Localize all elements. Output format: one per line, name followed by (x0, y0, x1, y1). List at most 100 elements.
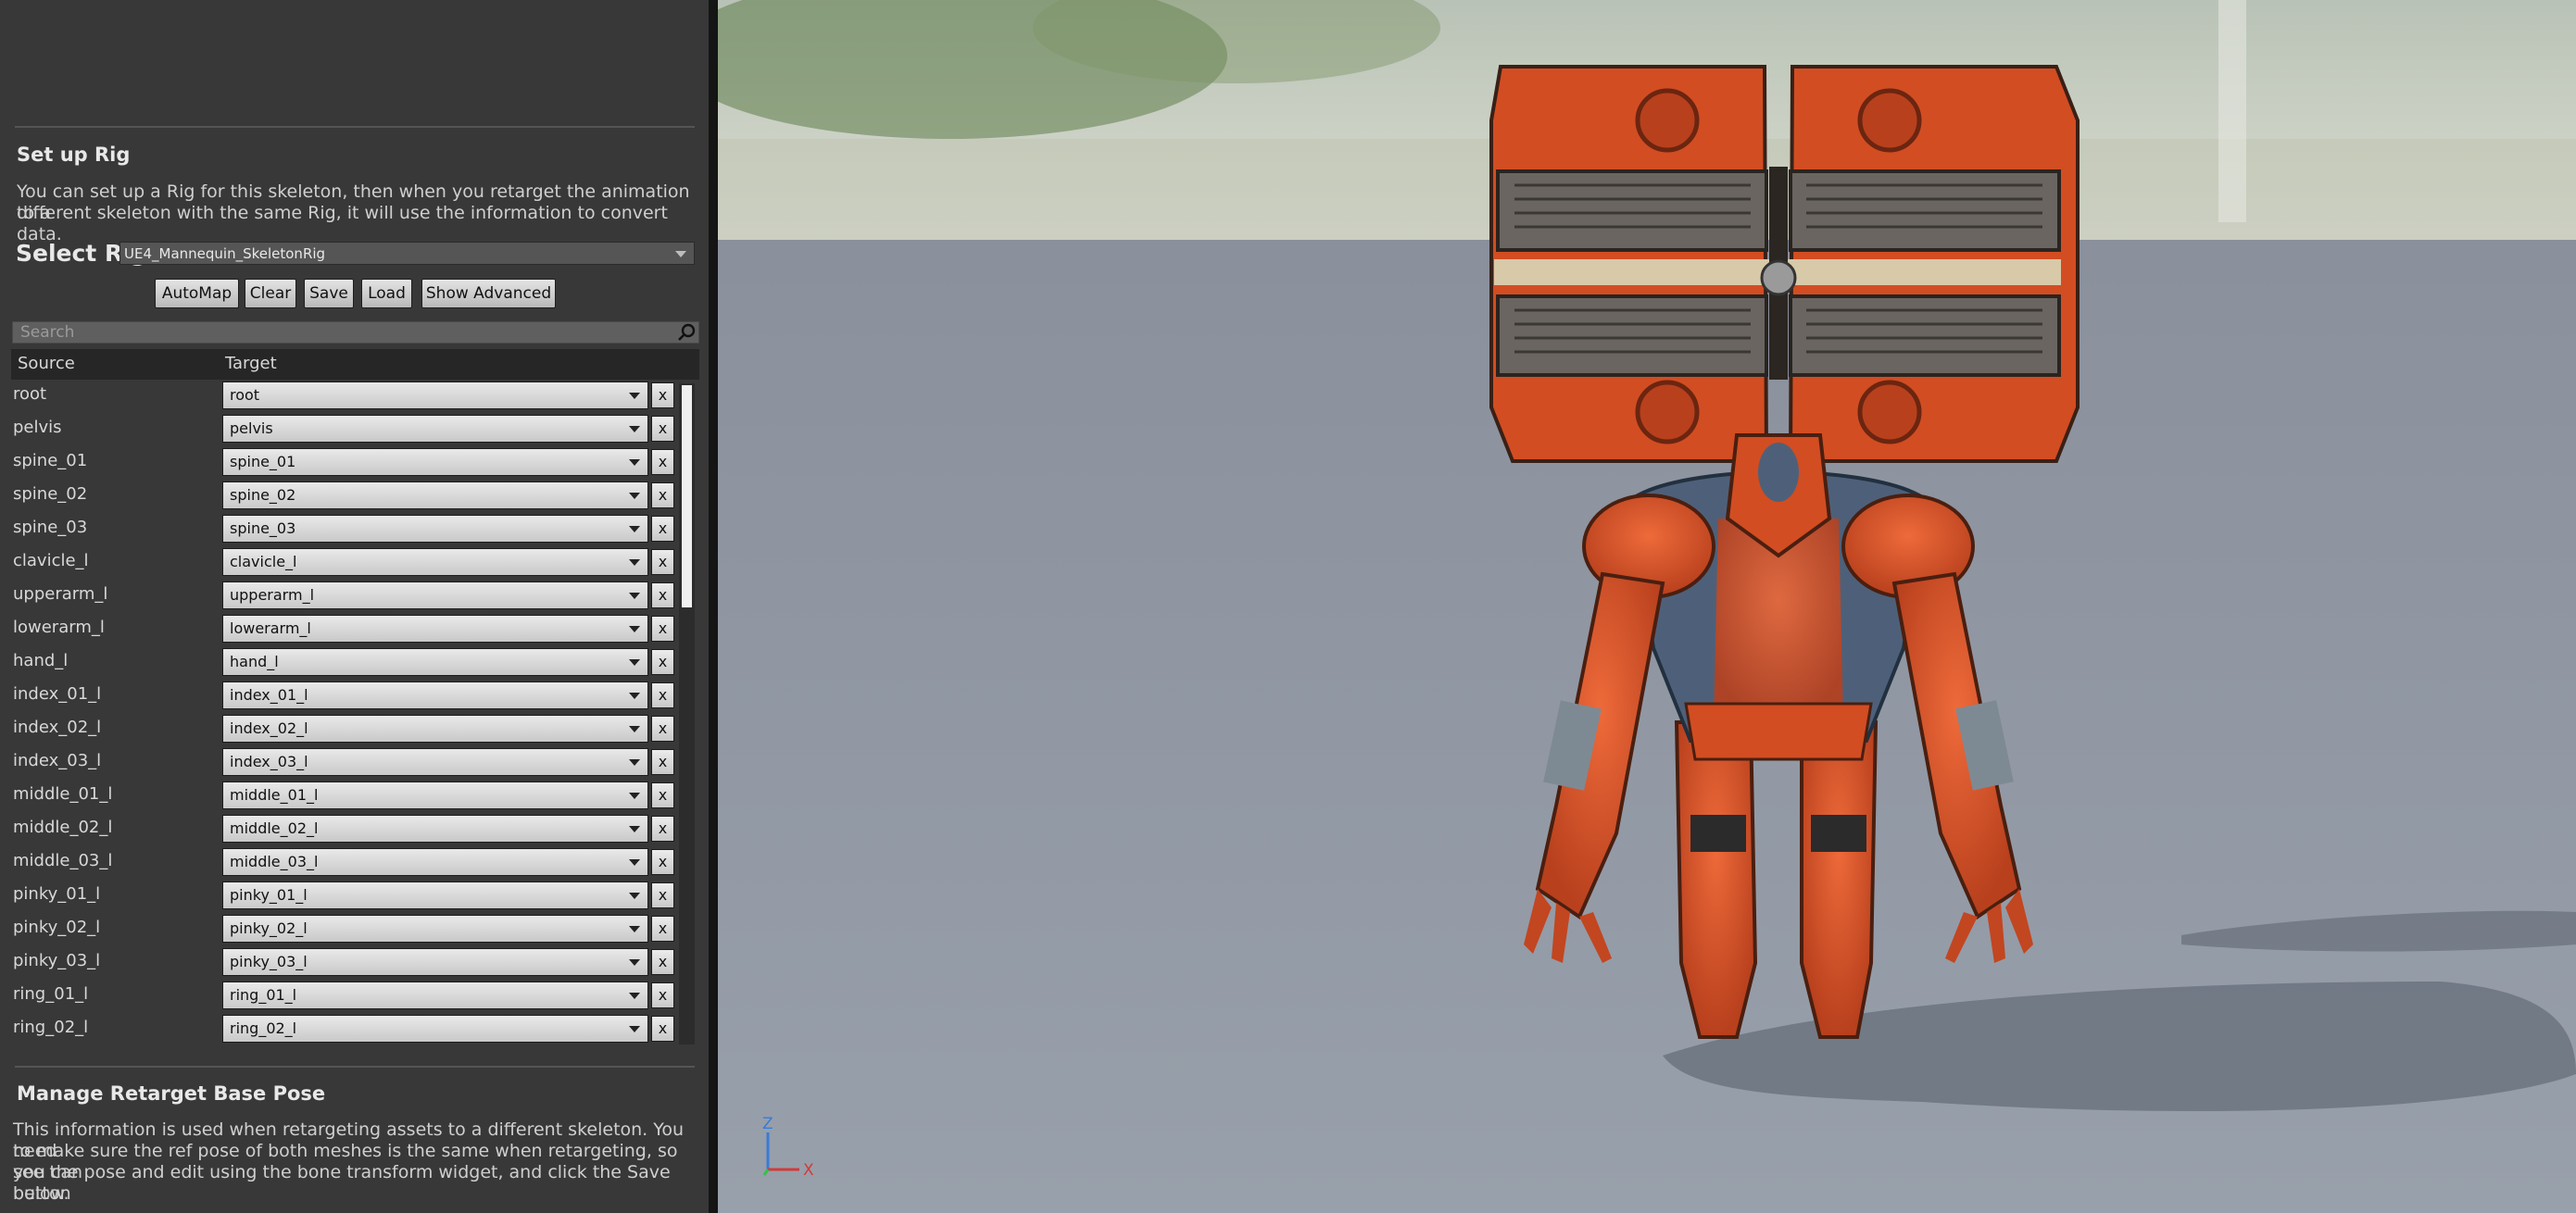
source-bone-label: index_02_l (13, 718, 102, 737)
target-bone-dropdown[interactable]: pinky_03_l (222, 948, 648, 976)
target-bone-dropdown[interactable]: middle_01_l (222, 782, 648, 809)
clear-mapping-button[interactable]: x (651, 949, 674, 975)
source-bone-label: spine_01 (13, 451, 88, 470)
rig-dropdown[interactable]: UE4_Mannequin_SkeletonRig (119, 242, 695, 265)
source-bone-label: middle_01_l (13, 784, 113, 804)
source-bone-label: pelvis (13, 418, 62, 437)
source-column-header: Source (18, 354, 75, 373)
chevron-down-icon (629, 526, 640, 532)
source-bone-label: spine_02 (13, 484, 88, 504)
retarget-pose-line-3: see the pose and edit using the bone tra… (13, 1162, 671, 1204)
table-row: pinky_03_l pinky_03_l x (0, 946, 704, 980)
target-bone-value: upperarm_l (230, 586, 315, 604)
table-row: spine_02 spine_02 x (0, 480, 704, 513)
search-icon[interactable] (677, 323, 696, 342)
target-bone-dropdown[interactable]: pelvis (222, 415, 648, 443)
search-input[interactable] (12, 321, 699, 344)
source-bone-label: ring_02_l (13, 1018, 89, 1037)
target-bone-dropdown[interactable]: middle_02_l (222, 815, 648, 843)
chevron-down-icon (629, 826, 640, 832)
target-bone-dropdown[interactable]: root (222, 381, 648, 409)
clear-mapping-button[interactable]: x (651, 882, 674, 908)
clear-mapping-button[interactable]: x (651, 482, 674, 508)
table-row: hand_l hand_l x (0, 646, 704, 680)
target-bone-dropdown[interactable]: clavicle_l (222, 548, 648, 576)
table-row: spine_03 spine_03 x (0, 513, 704, 546)
clear-mapping-button[interactable]: x (651, 549, 674, 575)
clear-mapping-button[interactable]: x (651, 682, 674, 708)
target-bone-value: pinky_01_l (230, 886, 308, 904)
automap-button[interactable]: AutoMap (155, 279, 239, 308)
target-bone-value: spine_01 (230, 453, 296, 470)
source-bone-label: lowerarm_l (13, 618, 105, 637)
target-bone-dropdown[interactable]: pinky_01_l (222, 882, 648, 909)
target-bone-dropdown[interactable]: pinky_02_l (222, 915, 648, 943)
chevron-down-icon (629, 693, 640, 699)
clear-mapping-button[interactable]: x (651, 782, 674, 808)
clear-mapping-button[interactable]: x (651, 849, 674, 875)
clear-mapping-button[interactable]: x (651, 649, 674, 675)
save-button[interactable]: Save (304, 279, 354, 308)
clear-mapping-button[interactable]: x (651, 916, 674, 942)
clear-mapping-button[interactable]: x (651, 416, 674, 442)
rig-setup-panel: Set up Rig You can set up a Rig for this… (0, 0, 709, 1213)
target-bone-dropdown[interactable]: hand_l (222, 648, 648, 676)
target-bone-value: spine_02 (230, 486, 296, 504)
source-bone-label: pinky_03_l (13, 951, 101, 970)
clear-mapping-button[interactable]: x (651, 1016, 674, 1042)
target-bone-dropdown[interactable]: spine_02 (222, 481, 648, 509)
table-row: middle_02_l middle_02_l x (0, 813, 704, 846)
clear-mapping-button[interactable]: x (651, 716, 674, 742)
table-row: middle_03_l middle_03_l x (0, 846, 704, 880)
load-button[interactable]: Load (361, 279, 412, 308)
table-row: spine_01 spine_01 x (0, 446, 704, 480)
target-bone-dropdown[interactable]: spine_01 (222, 448, 648, 476)
clear-mapping-button[interactable]: x (651, 582, 674, 608)
clear-mapping-button[interactable]: x (651, 816, 674, 842)
target-bone-value: index_02_l (230, 719, 308, 737)
clear-mapping-button[interactable]: x (651, 516, 674, 542)
table-row: ring_01_l ring_01_l x (0, 980, 704, 1013)
table-row: index_03_l index_03_l x (0, 746, 704, 780)
target-bone-dropdown[interactable]: lowerarm_l (222, 615, 648, 643)
source-bone-label: upperarm_l (13, 584, 108, 604)
target-bone-value: hand_l (230, 653, 279, 670)
3d-viewport[interactable]: Z X (718, 0, 2576, 1213)
panel-splitter[interactable] (709, 0, 718, 1213)
divider (15, 1066, 695, 1068)
scrollbar-thumb[interactable] (682, 385, 692, 607)
target-bone-dropdown[interactable]: index_01_l (222, 682, 648, 709)
chevron-down-icon (629, 459, 640, 466)
axis-x-label: X (803, 1161, 814, 1180)
target-bone-value: ring_02_l (230, 1019, 297, 1037)
clear-button[interactable]: Clear (245, 279, 296, 308)
target-bone-value: middle_01_l (230, 786, 319, 804)
target-bone-value: spine_03 (230, 519, 296, 537)
table-row: lowerarm_l lowerarm_l x (0, 613, 704, 646)
bone-mapping-list: root root x pelvis pelvis x spine_01 spine_01 x s… (0, 380, 704, 1046)
source-bone-label: spine_03 (13, 518, 88, 537)
chevron-down-icon (629, 726, 640, 732)
axis-gizmo: Z X (762, 1116, 814, 1180)
chevron-down-icon (629, 1026, 640, 1032)
clear-mapping-button[interactable]: x (651, 449, 674, 475)
source-bone-label: hand_l (13, 651, 69, 670)
table-row: upperarm_l upperarm_l x (0, 580, 704, 613)
target-bone-dropdown[interactable]: upperarm_l (222, 581, 648, 609)
clear-mapping-button[interactable]: x (651, 382, 674, 408)
target-bone-dropdown[interactable]: spine_03 (222, 515, 648, 543)
clear-mapping-button[interactable]: x (651, 982, 674, 1008)
target-bone-dropdown[interactable]: ring_02_l (222, 1015, 648, 1043)
show-advanced-button[interactable]: Show Advanced (421, 279, 556, 308)
target-bone-value: index_03_l (230, 753, 308, 770)
chevron-down-icon (629, 559, 640, 566)
target-bone-dropdown[interactable]: index_02_l (222, 715, 648, 743)
clear-mapping-button[interactable]: x (651, 749, 674, 775)
chevron-down-icon (629, 926, 640, 932)
target-bone-dropdown[interactable]: middle_03_l (222, 848, 648, 876)
table-row: pelvis pelvis x (0, 413, 704, 446)
target-bone-dropdown[interactable]: ring_01_l (222, 982, 648, 1009)
clear-mapping-button[interactable]: x (651, 616, 674, 642)
target-bone-dropdown[interactable]: index_03_l (222, 748, 648, 776)
chevron-down-icon (629, 959, 640, 966)
